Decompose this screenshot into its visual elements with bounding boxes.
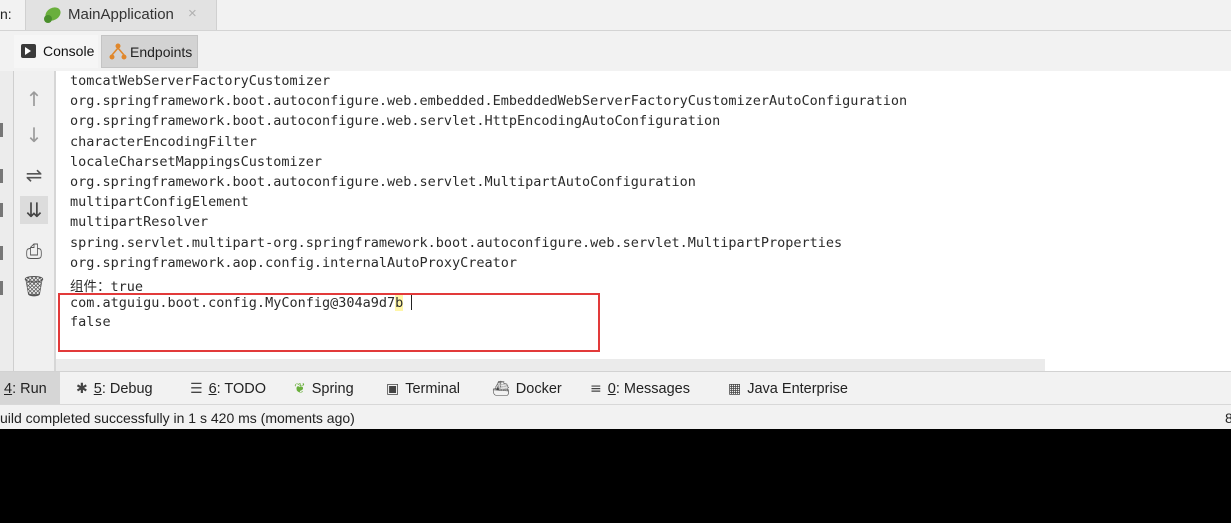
tab-console-label: Console xyxy=(43,43,95,59)
tool-todo-label: : TODO xyxy=(216,380,267,397)
console-line: 组件：true xyxy=(70,279,144,295)
console-line: org.springframework.boot.autoconfigure.w… xyxy=(70,174,696,190)
run-tab-title: MainApplication xyxy=(68,6,174,23)
status-message: uild completed successfully in 1 s 420 m… xyxy=(0,410,355,426)
tab-endpoints[interactable]: Endpoints xyxy=(101,35,198,68)
tool-todo-number: 6 xyxy=(208,380,217,397)
tool-debug-number: 5 xyxy=(93,380,102,397)
tool-terminal-label: Terminal xyxy=(405,380,461,397)
tab-endpoints-label: Endpoints xyxy=(130,44,193,60)
console-line: multipartConfigElement xyxy=(70,194,249,211)
tool-messages[interactable]: ≡ 0: Messages xyxy=(590,372,690,405)
left-tool-strip xyxy=(0,71,14,371)
tool-strip-marker xyxy=(0,169,3,183)
run-tab-strip: n: MainApplication × xyxy=(0,0,1231,31)
trash-icon[interactable]: 🗑 xyxy=(20,272,48,300)
tool-messages-number: 0 xyxy=(607,380,616,397)
status-bar: uild completed successfully in 1 s 420 m… xyxy=(0,404,1231,429)
console-line: tomcatWebServerFactoryCustomizer xyxy=(70,73,331,89)
messages-icon: ≡ xyxy=(590,380,602,397)
tool-terminal[interactable]: ▣ Terminal xyxy=(386,372,460,405)
console-line: org.springframework.boot.autoconfigure.w… xyxy=(70,93,908,110)
tool-strip-marker xyxy=(0,246,3,260)
tool-strip-marker xyxy=(0,203,3,217)
console-line: org.springframework.aop.config.internalA… xyxy=(70,254,518,271)
console-line: localeCharsetMappingsCustomizer xyxy=(70,153,322,170)
tool-run-number: 4 xyxy=(4,380,13,397)
tool-spring-label: Spring xyxy=(311,380,354,397)
spring-boot-icon xyxy=(44,7,61,23)
tool-java-enterprise-label: Java Enterprise xyxy=(747,380,848,397)
tool-spring[interactable]: ❦ Spring xyxy=(294,372,354,405)
console-line: org.springframework.boot.autoconfigure.w… xyxy=(70,113,721,130)
tab-console[interactable]: Console xyxy=(14,35,98,68)
tool-run-label: : Run xyxy=(12,380,47,397)
console-output[interactable]: tomcatWebServerFactoryCustomizer org.spri… xyxy=(55,71,1231,371)
horizontal-scrollbar[interactable] xyxy=(56,359,1045,371)
endpoints-icon xyxy=(109,43,127,60)
tool-run[interactable]: 4: Run xyxy=(0,372,60,405)
tool-java-enterprise[interactable]: ▦ Java Enterprise xyxy=(728,372,848,405)
console-line: spring.servlet.multipart-org.springframe… xyxy=(70,234,843,251)
run-subtabs: Console Endpoints xyxy=(0,31,1231,71)
run-label: n: xyxy=(0,6,12,22)
tool-strip-marker xyxy=(0,281,3,295)
tool-docker[interactable]: ⛴ Docker xyxy=(492,372,562,405)
scroll-to-end-icon[interactable]: ⇊ xyxy=(20,196,48,224)
tool-docker-label: Docker xyxy=(515,380,562,397)
soft-wrap-icon[interactable]: ⇌ xyxy=(20,161,48,189)
list-icon: ☰ xyxy=(190,380,203,397)
arrow-down-icon[interactable]: ↓ xyxy=(20,121,48,149)
terminal-icon: ▣ xyxy=(386,380,400,397)
docker-icon: ⛴ xyxy=(492,380,510,397)
tab-main-application[interactable]: MainApplication × xyxy=(25,0,217,30)
arrow-up-icon[interactable]: ↑ xyxy=(20,85,48,113)
tool-window-bar: 4: Run ✱ 5: Debug ☰ 6: TODO ❦ Spring ▣ Termi… xyxy=(0,371,1231,405)
close-icon[interactable]: × xyxy=(188,5,197,22)
console-line: multipartResolver xyxy=(70,214,209,231)
console-gutter: ↑ ↓ ⇌ ⇊ ⎙ 🗑 xyxy=(14,71,55,371)
red-annotation-box xyxy=(58,293,600,352)
tool-messages-label: : Messages xyxy=(615,380,690,397)
bug-icon: ✱ xyxy=(76,380,88,397)
tool-strip-marker xyxy=(0,123,3,137)
print-icon[interactable]: ⎙ xyxy=(20,237,48,265)
console-line: characterEncodingFilter xyxy=(70,133,257,150)
black-area xyxy=(0,429,1231,523)
java-enterprise-icon: ▦ xyxy=(728,380,742,397)
tool-debug[interactable]: ✱ 5: Debug xyxy=(76,372,153,405)
console-icon xyxy=(21,44,36,58)
tool-debug-label: : Debug xyxy=(101,380,153,397)
tool-todo[interactable]: ☰ 6: TODO xyxy=(190,372,266,405)
status-right-value: 8 xyxy=(1225,410,1231,426)
ide-window: n: MainApplication × Console Endpoints ↑… xyxy=(0,0,1231,429)
spring-leaf-icon: ❦ xyxy=(294,380,306,397)
